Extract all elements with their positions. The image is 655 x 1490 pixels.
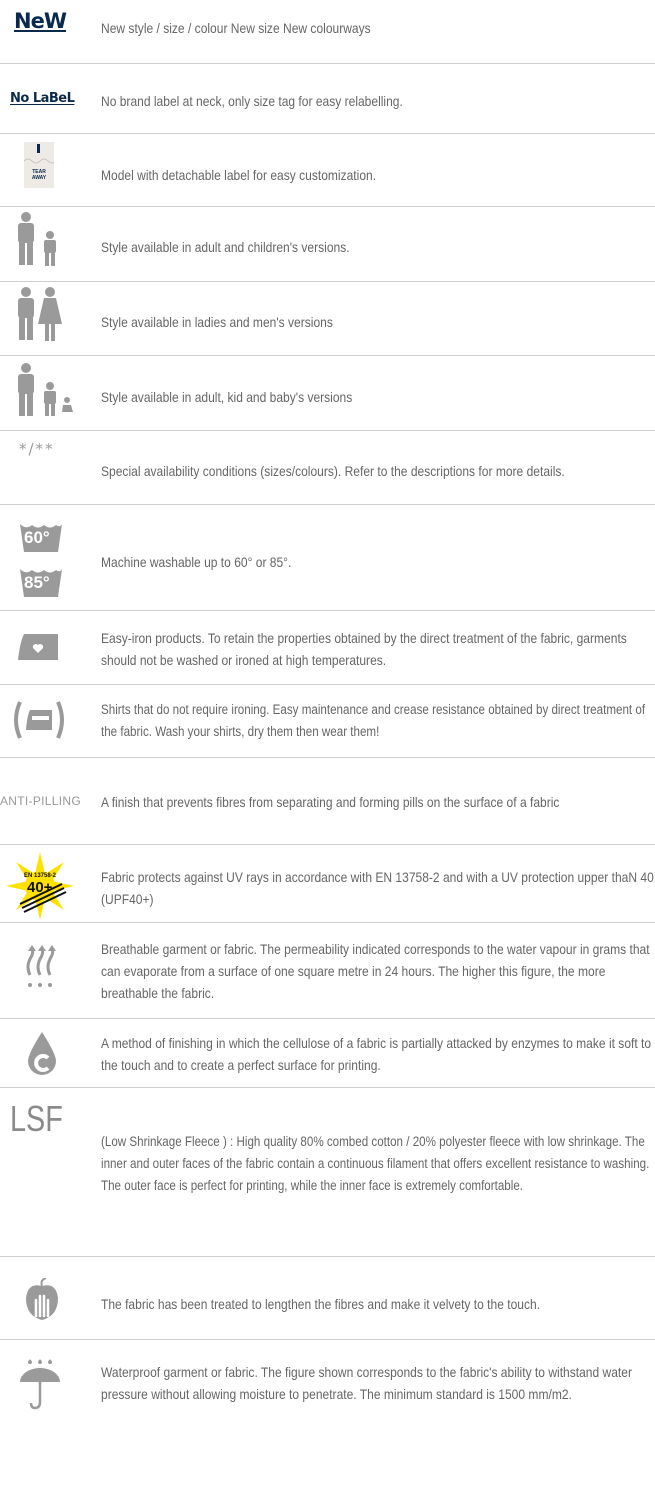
- no-label-description: No brand label at neck, only size tag fo…: [101, 93, 403, 109]
- divider: [0, 63, 655, 64]
- divider: [0, 1018, 655, 1019]
- no-iron-description: Shirts that do not require ironing. Easy…: [101, 702, 646, 739]
- divider: [0, 684, 655, 685]
- umbrella-icon: [20, 1359, 60, 1410]
- adult-child-icon: [18, 212, 56, 266]
- enzyme-drop-icon: [28, 1032, 56, 1075]
- divider: [0, 844, 655, 845]
- peach-touch-icon: [26, 1278, 58, 1320]
- waterproof-description: Waterproof garment or fabric. The figure…: [101, 1364, 632, 1402]
- no-iron-icon: [14, 701, 64, 739]
- divider: [0, 504, 655, 505]
- divider: [0, 355, 655, 356]
- lsf-badge: LSF: [10, 1098, 63, 1139]
- ladies-men-icon: [18, 287, 62, 341]
- divider: [0, 1256, 655, 1257]
- easy-iron-icon: [18, 634, 58, 660]
- uv-value-label: 40+: [27, 879, 53, 896]
- easy-iron-description: Easy-iron products. To retain the proper…: [101, 630, 627, 668]
- breathable-description: Breathable garment or fabric. The permea…: [101, 941, 650, 1001]
- no-label-badge: No LaBeL: [10, 91, 75, 106]
- ladies-men-description: Style available in ladies and men's vers…: [101, 314, 333, 330]
- tear-away-tag-icon: TEAR AWAY: [24, 142, 54, 188]
- lsf-description: (Low Shrinkage Fleece ) : High quality 8…: [101, 1134, 650, 1193]
- wash-60-label: 60°: [24, 528, 50, 547]
- adult-kid-baby-icon: [18, 363, 73, 416]
- divider: [0, 610, 655, 611]
- divider: [0, 757, 655, 758]
- divider: [0, 430, 655, 431]
- uv-description: Fabric protects against UV rays in accor…: [101, 869, 654, 907]
- adult-kid-baby-description: Style available in adult, kid and baby's…: [101, 389, 353, 405]
- divider: [0, 133, 655, 134]
- adult-child-description: Style available in adult and children's …: [101, 239, 350, 255]
- velvety-description: The fabric has been treated to lengthen …: [101, 1296, 541, 1312]
- divider: [0, 206, 655, 207]
- divider: [0, 1087, 655, 1088]
- new-description: New style / size / colour New size New c…: [101, 20, 371, 36]
- washable-description: Machine washable up to 60° or 85°.: [101, 554, 292, 570]
- enzyme-description: A method of finishing in which the cellu…: [101, 1035, 652, 1073]
- breathable-icon: [26, 945, 56, 987]
- anti-pilling-badge: ANTI-PILLING: [0, 794, 81, 808]
- divider: [0, 281, 655, 282]
- special-conditions-badge: */**: [19, 440, 55, 458]
- anti-pilling-description: A finish that prevents fibres from separ…: [101, 794, 560, 810]
- tear-away-description: Model with detachable label for easy cus…: [101, 167, 377, 183]
- new-badge: NeW: [14, 9, 67, 33]
- divider: [0, 1339, 655, 1340]
- divider: [0, 922, 655, 923]
- wash-85-label: 85°: [24, 573, 50, 592]
- special-conditions-description: Special availability conditions (sizes/c…: [101, 463, 565, 479]
